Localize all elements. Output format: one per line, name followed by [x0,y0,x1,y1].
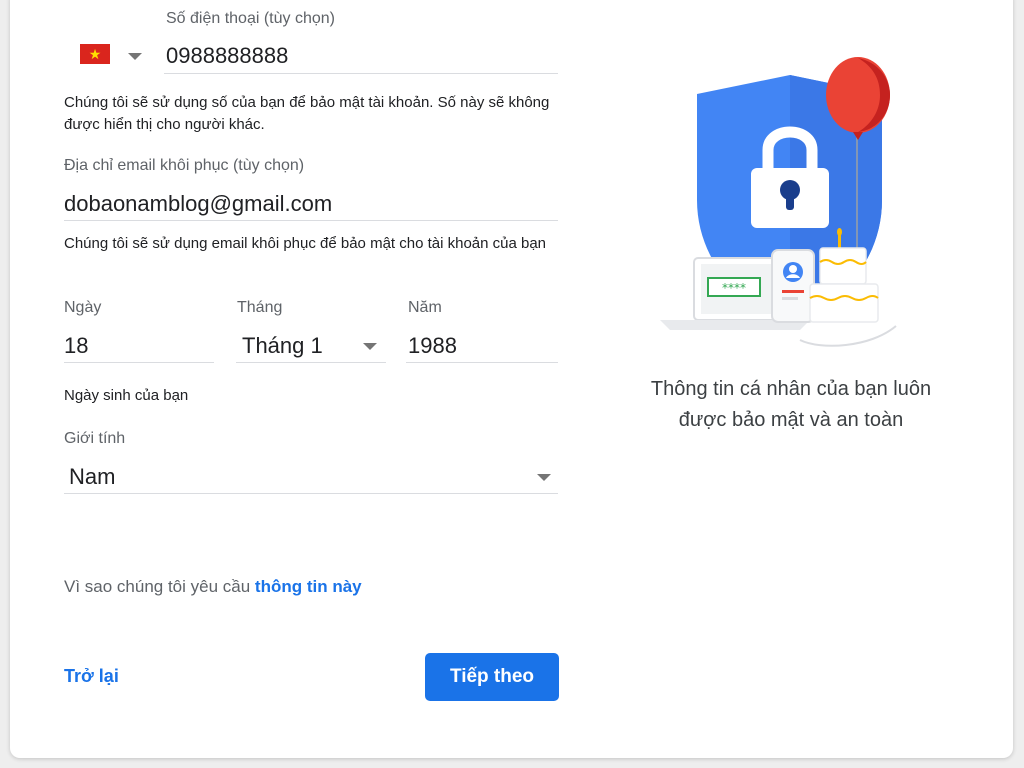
chevron-down-icon [128,53,142,60]
illustration-caption: Thông tin cá nhân của bạn luôn được bảo … [600,374,982,436]
year-label: Năm [408,299,442,316]
day-input[interactable]: 18 [64,333,88,359]
recovery-email-underline [64,220,558,221]
recovery-email-label: Địa chỉ email khôi phục (tùy chọn) [64,157,305,174]
day-label: Ngày [64,299,102,316]
country-selector[interactable]: ★ [78,44,148,66]
phone-label: Số điện thoại (tùy chọn) [166,10,335,27]
phone-underline [164,73,558,74]
recovery-email-input[interactable]: dobaonamblog@gmail.com [64,191,332,217]
year-input[interactable]: 1988 [408,333,457,359]
security-illustration: **** [660,57,897,347]
caption-line-2: được bảo mật và an toàn [678,409,904,431]
recovery-email-help-text: Chúng tôi sẽ sử dụng email khôi phục để … [64,235,547,252]
month-value: Tháng 1 [242,333,323,358]
gender-label: Giới tính [64,430,126,447]
chevron-down-icon [537,474,551,481]
gender-underline [64,493,558,494]
why-prefix: Vì sao chúng tôi yêu cầu [64,577,251,596]
pin-text: **** [722,281,746,295]
year-underline [406,362,558,363]
month-label: Tháng [237,299,283,316]
why-link[interactable]: thông tin này [255,577,362,596]
why-text: Vì sao chúng tôi yêu cầu thông tin này [64,577,362,597]
back-button[interactable]: Trở lại [64,666,119,687]
month-underline [236,362,386,363]
gender-value: Nam [69,464,116,489]
gender-select[interactable]: Nam [64,460,558,494]
phone-icon [771,249,815,323]
vietnam-flag-icon: ★ [80,44,110,64]
caption-line-1: Thông tin cá nhân của bạn luôn [650,378,932,400]
day-underline [64,362,214,363]
birthday-help-text: Ngày sinh của bạn [64,387,189,404]
chevron-down-icon [363,343,377,350]
next-button[interactable]: Tiếp theo [425,653,559,701]
month-select[interactable]: Tháng 1 [236,330,386,363]
phone-help-text: Chúng tôi sẽ sử dụng số của bạn để bảo m… [64,94,550,133]
phone-input[interactable]: 0988888888 [166,43,288,69]
